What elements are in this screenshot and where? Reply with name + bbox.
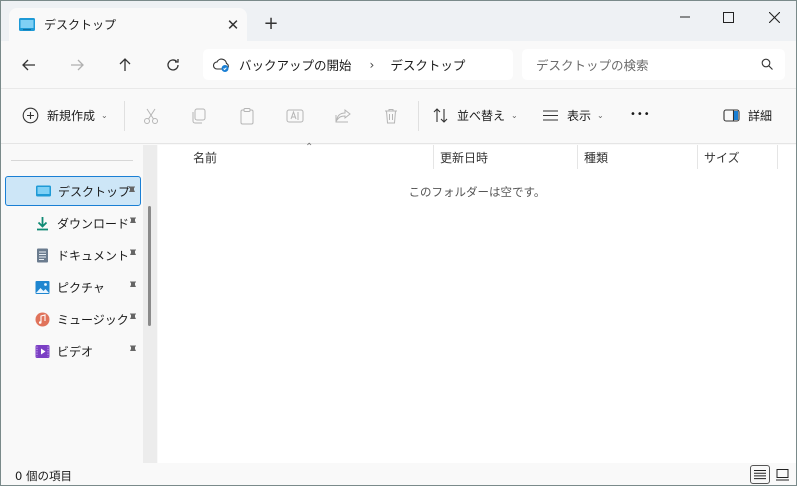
paste-icon[interactable] xyxy=(238,107,256,125)
item-count: 0 個の項目 xyxy=(15,469,72,483)
maximize-icon xyxy=(722,11,734,23)
sidebar-item-desktop[interactable]: デスクトップ xyxy=(5,176,141,206)
forward-button[interactable] xyxy=(64,52,90,78)
close-tab-icon[interactable]: ✕ xyxy=(219,16,247,34)
forward-arrow-icon xyxy=(71,59,84,71)
back-button[interactable] xyxy=(16,52,42,78)
sidebar-item-downloads[interactable]: ダウンロード xyxy=(5,208,141,238)
column-header-type[interactable]: 種類 xyxy=(584,145,608,169)
divider xyxy=(124,101,125,131)
status-bar: 0 個の項目 xyxy=(1,463,796,485)
details-view-button[interactable] xyxy=(750,465,770,484)
rename-icon[interactable] xyxy=(286,107,304,125)
breadcrumb-current[interactable]: デスクトップ xyxy=(390,55,465,74)
sidebar-item-label: ダウンロード xyxy=(57,216,130,231)
details-pane-button[interactable]: 詳細 xyxy=(723,107,772,124)
minimize-button[interactable] xyxy=(662,1,708,33)
up-arrow-icon xyxy=(119,58,131,71)
pin-icon[interactable] xyxy=(128,217,138,227)
sort-ascending-icon: ⌃ xyxy=(305,142,314,153)
pin-icon[interactable] xyxy=(128,281,138,291)
breadcrumb-root[interactable]: バックアップの開始 xyxy=(239,55,352,74)
refresh-icon xyxy=(167,59,179,71)
column-divider[interactable] xyxy=(697,145,698,169)
back-arrow-icon xyxy=(22,59,35,71)
nav-divider xyxy=(11,160,133,161)
desktop-icon xyxy=(36,185,51,196)
sidebar-item-label: ピクチャ xyxy=(57,280,105,295)
more-options-button[interactable]: ••• xyxy=(630,109,651,120)
sidebar-item-videos[interactable]: ビデオ xyxy=(5,336,141,366)
sidebar-item-pictures[interactable]: ピクチャ xyxy=(5,272,141,302)
new-tab-button[interactable]: + xyxy=(259,13,283,37)
file-list-area[interactable]: ⌃ 名前 更新日時 種類 サイズ このフォルダーは空です。 xyxy=(158,142,796,463)
minimize-icon xyxy=(680,16,690,18)
tiles-view-icon xyxy=(775,468,789,480)
address-bar[interactable]: バックアップの開始 › デスクトップ xyxy=(203,49,513,80)
details-label: 詳細 xyxy=(748,109,773,123)
view-button[interactable]: 表示 ⌄ xyxy=(542,107,604,124)
sidebar-item-label: ミュージック xyxy=(57,312,129,327)
navigation-scrollbar[interactable] xyxy=(148,206,151,326)
file-explorer-window: デスクトップ ✕ + バックアップの開始 › デスクトップ デスクトップの検索 … xyxy=(0,0,797,486)
command-bar: 新規作成 ⌄ 並べ替え ⌄ 表示 ⌄ ••• 詳細 xyxy=(1,88,796,144)
pin-icon[interactable] xyxy=(127,186,137,196)
desktop-folder-icon xyxy=(19,18,35,31)
close-icon xyxy=(768,11,780,23)
tab-desktop[interactable]: デスクトップ ✕ xyxy=(9,8,247,41)
sidebar-item-label: ビデオ xyxy=(57,344,94,359)
sidebar-item-label: ドキュメント xyxy=(57,248,130,263)
music-icon xyxy=(35,312,50,326)
divider xyxy=(418,101,419,131)
onedrive-backup-icon xyxy=(213,58,229,72)
column-header-size[interactable]: サイズ xyxy=(704,145,740,169)
pin-icon[interactable] xyxy=(128,249,138,259)
column-header-modified[interactable]: 更新日時 xyxy=(440,145,488,169)
new-label: 新規作成 xyxy=(47,109,96,123)
sort-icon xyxy=(433,108,448,123)
up-button[interactable] xyxy=(112,52,138,78)
share-icon[interactable] xyxy=(334,107,352,125)
sort-button[interactable]: 並べ替え ⌄ xyxy=(432,107,518,124)
copy-icon[interactable] xyxy=(190,107,208,125)
view-list-icon xyxy=(543,110,558,121)
cut-icon[interactable] xyxy=(142,107,160,125)
delete-icon[interactable] xyxy=(382,107,400,125)
search-box[interactable]: デスクトップの検索 xyxy=(522,49,785,80)
sidebar-item-documents[interactable]: ドキュメント xyxy=(5,240,141,270)
search-icon xyxy=(761,58,773,70)
column-divider[interactable] xyxy=(777,145,778,169)
new-button[interactable]: 新規作成 ⌄ xyxy=(22,107,108,124)
title-bar: デスクトップ ✕ + xyxy=(1,1,796,41)
details-view-icon xyxy=(754,470,766,480)
breadcrumb-separator[interactable]: › xyxy=(370,58,375,72)
tab-title: デスクトップ xyxy=(44,18,117,32)
pictures-icon xyxy=(35,280,50,294)
view-label: 表示 xyxy=(567,109,592,123)
chevron-down-icon: ⌄ xyxy=(511,111,518,120)
close-window-button[interactable] xyxy=(751,1,796,33)
navigation-pane: デスクトップ ダウンロード ドキュメント ピクチャ ミュージック ビデオ xyxy=(1,145,143,463)
download-icon xyxy=(37,216,48,230)
tiles-view-button[interactable] xyxy=(772,465,792,484)
column-header-name[interactable]: 名前 xyxy=(193,145,217,169)
chevron-down-icon: ⌄ xyxy=(597,111,604,120)
pin-icon[interactable] xyxy=(128,313,138,323)
pin-icon[interactable] xyxy=(128,345,138,355)
refresh-button[interactable] xyxy=(160,52,186,78)
document-icon xyxy=(37,248,48,262)
chevron-down-icon: ⌄ xyxy=(101,111,108,120)
column-divider[interactable] xyxy=(433,145,434,169)
column-divider[interactable] xyxy=(577,145,578,169)
address-row: バックアップの開始 › デスクトップ デスクトップの検索 xyxy=(1,41,796,88)
details-pane-icon xyxy=(723,109,740,122)
sidebar-item-label: デスクトップ xyxy=(58,184,131,199)
empty-folder-message: このフォルダーは空です。 xyxy=(408,185,546,199)
sidebar-item-music[interactable]: ミュージック xyxy=(5,304,141,334)
video-icon xyxy=(35,344,50,358)
plus-circle-icon xyxy=(22,107,39,124)
sort-label: 並べ替え xyxy=(457,109,506,123)
maximize-button[interactable] xyxy=(705,1,751,33)
search-placeholder: デスクトップの検索 xyxy=(536,58,649,73)
